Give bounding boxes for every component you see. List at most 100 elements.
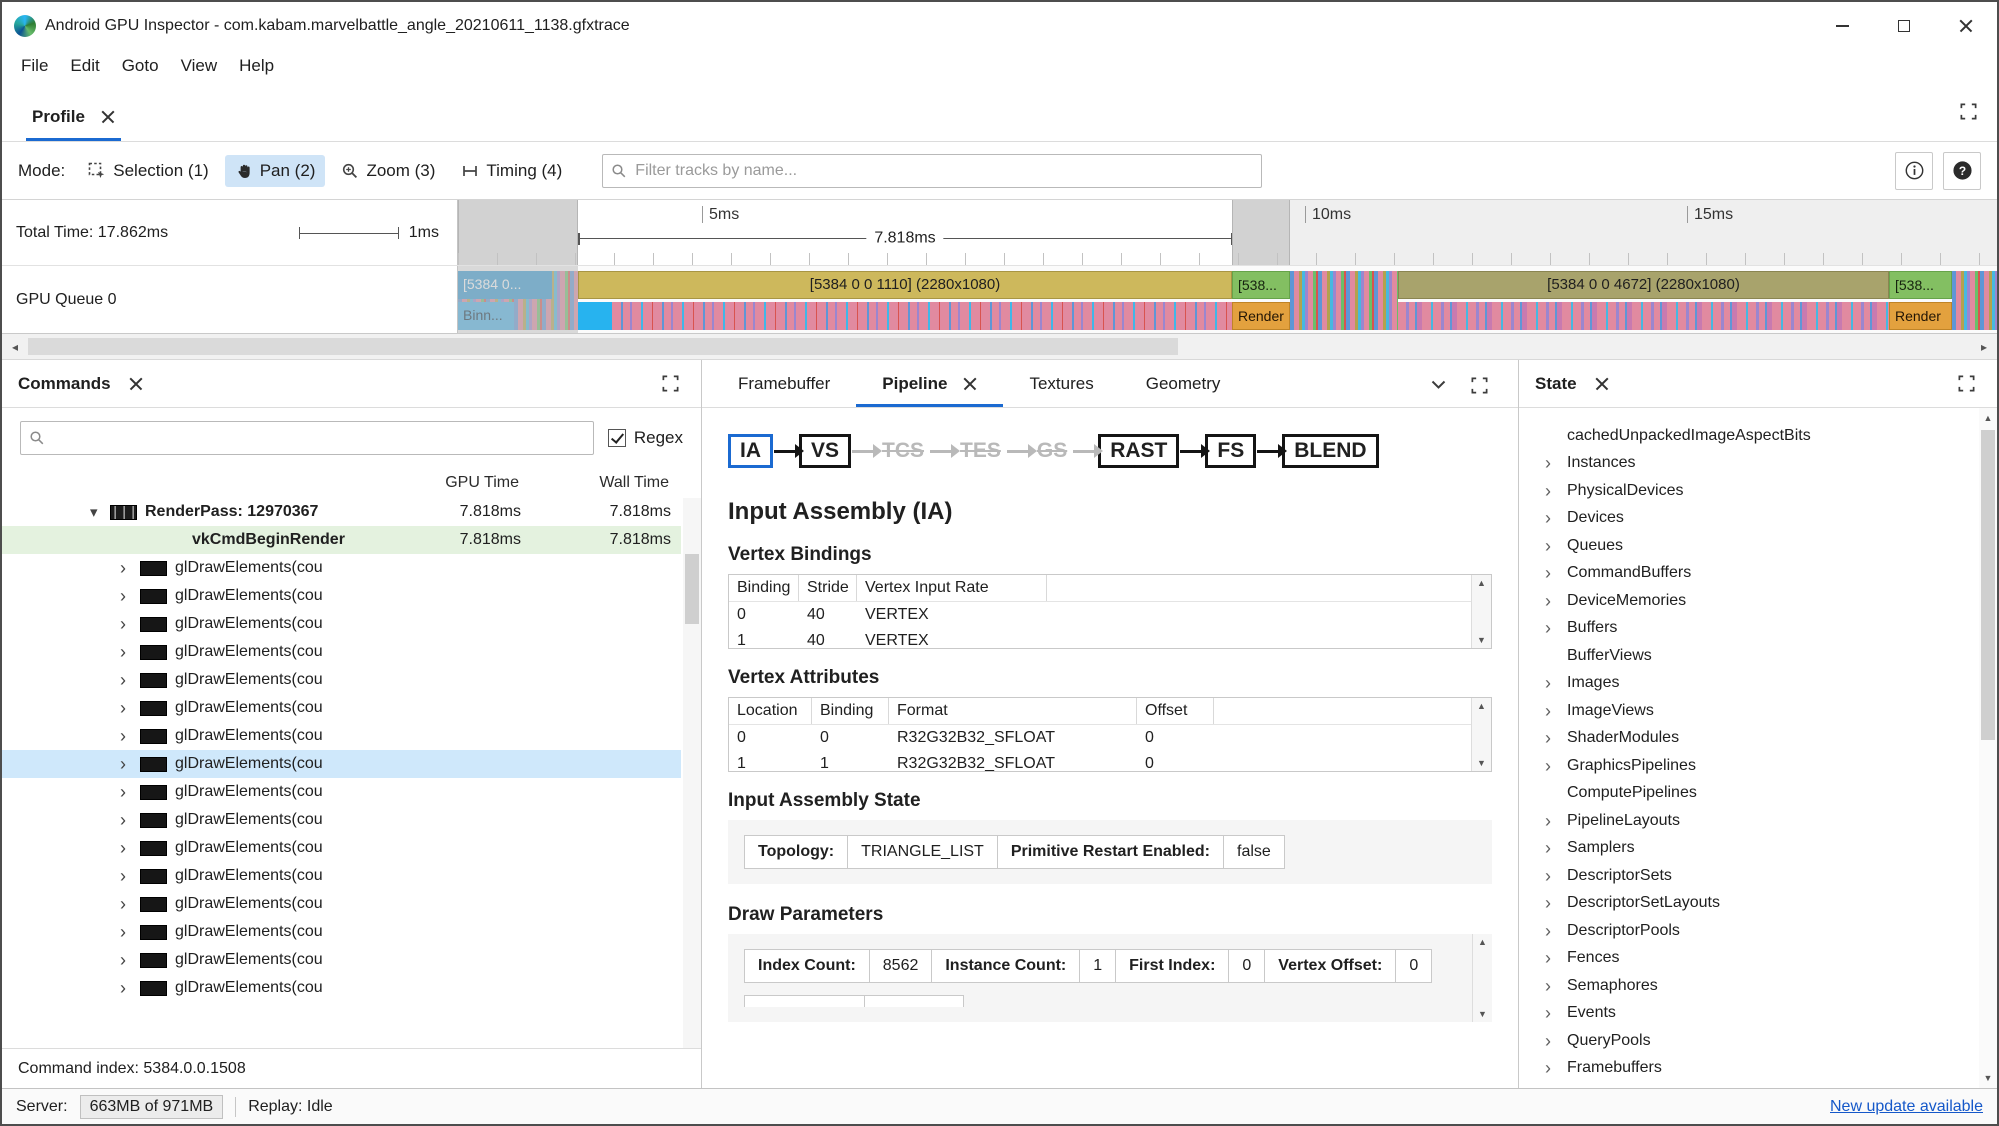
- menu-view[interactable]: View: [170, 52, 229, 80]
- table-scrollbar[interactable]: ▲ ▼: [1471, 698, 1491, 771]
- renderpass-segment[interactable]: [538...: [1232, 271, 1290, 299]
- command-row[interactable]: › glDrawElements(cou: [2, 610, 681, 638]
- expand-caret-icon[interactable]: ›: [120, 559, 138, 577]
- filter-tracks-input[interactable]: [602, 153, 1263, 188]
- state-item-descriptorpools[interactable]: › DescriptorPools: [1519, 917, 1977, 945]
- stage-fs[interactable]: FS: [1205, 434, 1257, 468]
- renderpass-segment[interactable]: Render: [1889, 302, 1952, 330]
- chevron-right-icon[interactable]: ›: [1545, 922, 1557, 940]
- expand-caret-icon[interactable]: ›: [120, 839, 138, 857]
- mode-button-timing[interactable]: Timing (4): [451, 155, 572, 187]
- regex-checkbox[interactable]: [607, 429, 626, 447]
- commands-scrollbar[interactable]: [683, 498, 701, 1048]
- stage-tes[interactable]: TES: [955, 437, 1006, 465]
- chevron-right-icon[interactable]: ›: [1545, 454, 1557, 472]
- menu-goto[interactable]: Goto: [111, 52, 170, 80]
- stage-rast[interactable]: RAST: [1098, 434, 1180, 468]
- state-item-descriptorsetlayouts[interactable]: › DescriptorSetLayouts: [1519, 890, 1977, 918]
- commands-search-input[interactable]: [20, 421, 594, 455]
- help-button[interactable]: ?: [1943, 151, 1981, 190]
- command-row[interactable]: › glDrawElements(cou: [2, 862, 681, 890]
- state-item-shadermodules[interactable]: › ShaderModules: [1519, 725, 1977, 753]
- expand-caret-icon[interactable]: ›: [120, 951, 138, 969]
- menu-edit[interactable]: Edit: [59, 52, 110, 80]
- state-item-framebuffers[interactable]: › Framebuffers: [1519, 1055, 1977, 1083]
- expand-caret-icon[interactable]: ›: [120, 615, 138, 633]
- command-row[interactable]: ▾ RenderPass: 12970367 7.818ms 7.818ms: [2, 498, 681, 526]
- command-row[interactable]: › glDrawElements(cou: [2, 974, 681, 1002]
- scroll-down-icon[interactable]: ▼: [1984, 1073, 1993, 1083]
- chevron-right-icon[interactable]: ›: [1545, 1004, 1557, 1022]
- state-item-bufferviews[interactable]: ›BufferViews: [1519, 642, 1977, 670]
- chevron-right-icon[interactable]: ›: [1545, 1059, 1557, 1077]
- scroll-left-icon[interactable]: ◂: [2, 334, 28, 359]
- tab-textures[interactable]: Textures: [1003, 363, 1119, 407]
- chevron-right-icon[interactable]: ›: [1545, 812, 1557, 830]
- command-row[interactable]: › glDrawElements(cou: [2, 638, 681, 666]
- fullscreen-icon[interactable]: [1464, 370, 1494, 400]
- command-row[interactable]: › glDrawElements(cou: [2, 666, 681, 694]
- state-item-querypools[interactable]: › QueryPools: [1519, 1027, 1977, 1055]
- tab-pipeline[interactable]: Pipeline: [856, 363, 1004, 407]
- chevron-right-icon[interactable]: ›: [1545, 757, 1557, 775]
- scrollbar-thumb[interactable]: [1981, 430, 1995, 740]
- chevron-right-icon[interactable]: ›: [1545, 592, 1557, 610]
- expand-caret-icon[interactable]: ›: [120, 587, 138, 605]
- mode-button-zoom[interactable]: Zoom (3): [331, 155, 445, 187]
- collapse-caret-icon[interactable]: ▾: [90, 503, 108, 521]
- renderpass-segment[interactable]: [538...: [1889, 271, 1952, 299]
- stage-gs[interactable]: GS: [1032, 437, 1072, 465]
- timeline-horizontal-scrollbar[interactable]: ◂ ▸: [2, 334, 1997, 360]
- command-row[interactable]: › glDrawElements(cou: [2, 722, 681, 750]
- command-row[interactable]: › glDrawElements(cou: [2, 834, 681, 862]
- state-item-computepipelines[interactable]: ›ComputePipelines: [1519, 780, 1977, 808]
- renderpass-segment[interactable]: [5384 0 0 4672] (2280x1080): [1398, 271, 1889, 299]
- chevron-right-icon[interactable]: ›: [1545, 949, 1557, 967]
- track-activity[interactable]: [1952, 271, 1997, 330]
- scrollbar-thumb[interactable]: [685, 554, 699, 624]
- expand-caret-icon[interactable]: ›: [120, 727, 138, 745]
- draw-parameters-scrollbar[interactable]: ▲ ▼: [1472, 934, 1492, 1022]
- fullscreen-icon[interactable]: [1953, 96, 1983, 126]
- chevron-right-icon[interactable]: ›: [1545, 509, 1557, 527]
- expand-caret-icon[interactable]: ›: [120, 923, 138, 941]
- state-item-events[interactable]: › Events: [1519, 1000, 1977, 1028]
- gpu-queue-track[interactable]: [5384 0...Binn...[5384 0 0 1110] (2280x1…: [458, 266, 1997, 333]
- state-item-samplers[interactable]: › Samplers: [1519, 835, 1977, 863]
- tab-close-icon[interactable]: [101, 110, 115, 124]
- table-scrollbar[interactable]: ▲ ▼: [1471, 575, 1491, 648]
- close-button[interactable]: [1935, 2, 1997, 50]
- track-activity[interactable]: [1398, 302, 1889, 330]
- track-activity[interactable]: [1290, 271, 1398, 330]
- scroll-up-icon[interactable]: ▲: [1478, 937, 1487, 947]
- state-scrollbar[interactable]: ▲ ▼: [1979, 408, 1997, 1088]
- track-activity[interactable]: [578, 302, 612, 330]
- fullscreen-icon[interactable]: [655, 369, 685, 399]
- expand-caret-icon[interactable]: ›: [120, 867, 138, 885]
- scroll-up-icon[interactable]: ▲: [1477, 578, 1486, 588]
- track-activity[interactable]: [612, 302, 1232, 330]
- state-item-devices[interactable]: › Devices: [1519, 505, 1977, 533]
- mode-button-pan[interactable]: Pan (2): [224, 154, 326, 187]
- fullscreen-icon[interactable]: [1951, 369, 1981, 399]
- command-row[interactable]: › glDrawElements(cou: [2, 806, 681, 834]
- scroll-down-icon[interactable]: ▼: [1477, 758, 1486, 768]
- chevron-right-icon[interactable]: ›: [1545, 619, 1557, 637]
- command-row[interactable]: › glDrawElements(cou: [2, 554, 681, 582]
- chevron-right-icon[interactable]: ›: [1545, 537, 1557, 555]
- state-item-commandbuffers[interactable]: › CommandBuffers: [1519, 560, 1977, 588]
- state-item-devicememories[interactable]: › DeviceMemories: [1519, 587, 1977, 615]
- expand-caret-icon[interactable]: ›: [120, 979, 138, 997]
- command-row[interactable]: › glDrawElements(cou: [2, 918, 681, 946]
- command-row[interactable]: › glDrawElements(cou: [2, 946, 681, 974]
- update-link[interactable]: New update available: [1830, 1098, 1983, 1116]
- menu-help[interactable]: Help: [228, 52, 285, 80]
- command-row[interactable]: vkCmdBeginRender 7.818ms 7.818ms: [2, 526, 681, 554]
- table-row[interactable]: 1 40 VERTEX: [729, 628, 1471, 648]
- chevron-right-icon[interactable]: ›: [1545, 564, 1557, 582]
- chevron-right-icon[interactable]: ›: [1545, 894, 1557, 912]
- chevron-right-icon[interactable]: ›: [1545, 1032, 1557, 1050]
- expand-caret-icon[interactable]: ›: [120, 699, 138, 717]
- command-row[interactable]: › glDrawElements(cou: [2, 750, 681, 778]
- tab-framebuffer[interactable]: Framebuffer: [712, 363, 856, 407]
